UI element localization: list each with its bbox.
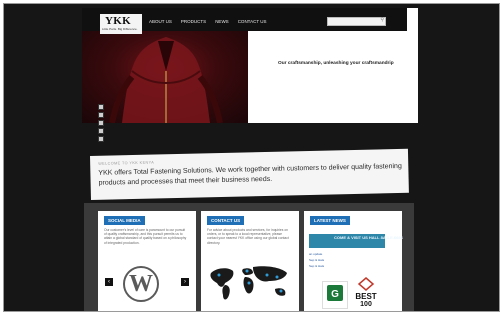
best-label: BEST [355, 292, 377, 301]
svg-text:G: G [331, 289, 339, 300]
nav-item-about-us[interactable]: ABOUT US [149, 19, 172, 24]
nav-item-contact-us[interactable]: CONTACT US [238, 19, 267, 24]
ykk-home-page: Our craftsmanship, unleashing your craft… [4, 4, 499, 311]
news-link[interactable]: Sep & Hats [309, 258, 324, 262]
news-link[interactable]: Sep & Hats [309, 264, 324, 268]
contact-us-title: CONTACT US [207, 216, 245, 225]
slider-dot[interactable] [98, 120, 104, 126]
top-navigation-bar: YKK Little Parts. Big Difference. ABOUT … [82, 8, 407, 34]
latest-news-card: LATEST NEWS COME & VISIT US HALL 8A.1.E.… [304, 211, 403, 311]
search-input[interactable]: ⚲ [327, 17, 386, 26]
hero-image [82, 31, 248, 123]
welcome-text: YKK offers Total Fastening Solutions. We… [98, 162, 402, 187]
welcome-kicker: WELCOME TO YKK KENYA [98, 160, 155, 166]
nav-item-news[interactable]: NEWS [215, 19, 229, 24]
slider-dot[interactable] [98, 112, 104, 118]
news-banner-image[interactable]: COME & VISIT US HALL 8A.1.E.6666 [309, 234, 403, 248]
carousel-next-button[interactable]: › [181, 278, 189, 286]
best-number: 100 [360, 301, 372, 308]
best-100-badge[interactable]: BEST 100 [353, 277, 379, 309]
logo-tagline: Little Parts. Big Difference. [102, 27, 138, 31]
hero-tagline: Our craftsmanship, unleashing your craft… [278, 61, 394, 66]
social-media-text: Our customer's level of care is paramoun… [104, 228, 187, 245]
good-design-award-icon[interactable]: G [322, 281, 348, 309]
slider-dot[interactable] [98, 104, 104, 110]
jacket-photo [109, 37, 223, 123]
logo-title: YKK [105, 15, 131, 27]
contact-us-text: For advice about products and services, … [207, 228, 289, 245]
news-link[interactable]: an update [309, 252, 322, 256]
world-map[interactable] [207, 263, 293, 303]
slider-dot[interactable] [98, 136, 104, 142]
nav-item-products[interactable]: PRODUCTS [181, 19, 206, 24]
browser-viewport: Our craftsmanship, unleashing your craft… [3, 3, 500, 312]
social-media-card: SOCIAL MEDIA Our customer's level of car… [98, 211, 196, 311]
slider-dot[interactable] [98, 128, 104, 134]
wordpress-icon[interactable]: W [123, 266, 159, 302]
welcome-section: WELCOME TO YKK KENYA YKK offers Total Fa… [90, 148, 409, 200]
award-emblem-icon [357, 277, 375, 291]
latest-news-title: LATEST NEWS [310, 216, 350, 225]
social-media-title: SOCIAL MEDIA [104, 216, 145, 225]
slider-dots [98, 104, 104, 142]
ykk-logo[interactable]: YKK Little Parts. Big Difference. [100, 14, 142, 34]
news-banner-text: COME & VISIT US HALL 8A.1.E.6666 [334, 235, 403, 240]
carousel-prev-button[interactable]: ‹ [105, 278, 113, 286]
contact-us-card: CONTACT US For advice about products and… [201, 211, 299, 311]
main-nav: ABOUT US PRODUCTS NEWS CONTACT US [149, 19, 267, 24]
search-icon[interactable]: ⚲ [380, 17, 384, 23]
